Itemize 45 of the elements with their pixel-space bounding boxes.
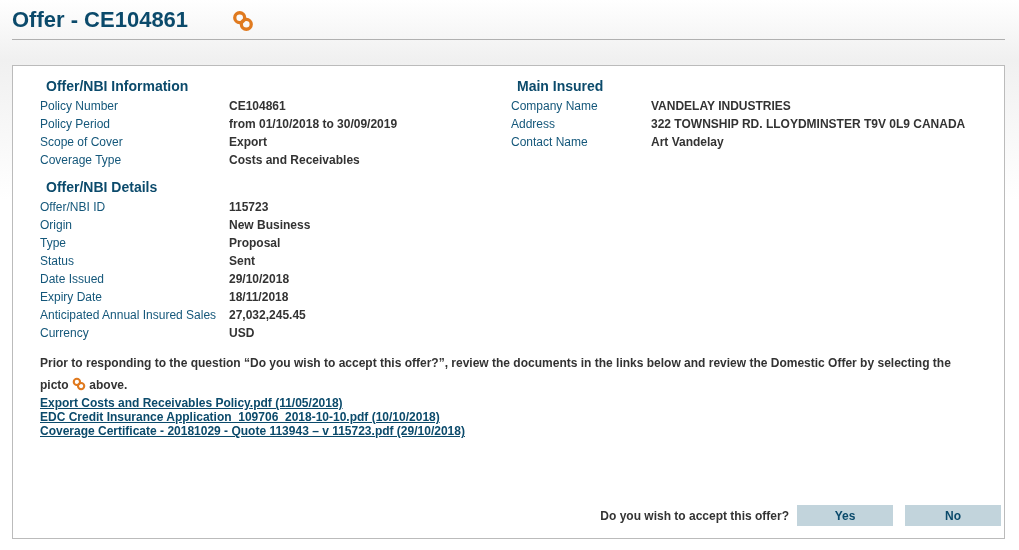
- field-label: Expiry Date: [40, 289, 104, 306]
- field-label: Type: [40, 235, 67, 252]
- instruction-text: picto: [40, 378, 69, 392]
- field-value: New Business: [229, 217, 312, 234]
- field-value: Proposal: [229, 235, 282, 252]
- accept-question: Do you wish to accept this offer?: [600, 507, 789, 525]
- section-heading: Offer/NBI Details: [46, 178, 159, 197]
- field-label: Offer/NBI ID: [40, 199, 107, 216]
- field-value: 18/11/2018: [229, 289, 290, 306]
- section-heading: Offer/NBI Information: [46, 77, 190, 96]
- field-label: Currency: [40, 325, 90, 342]
- document-link[interactable]: Export Costs and Receivables Policy.pdf (11/05/2018): [40, 396, 343, 410]
- field-value: 29/10/2018: [229, 271, 291, 288]
- field-label: Scope of Cover: [40, 134, 124, 151]
- field-label: Status: [40, 253, 76, 270]
- field-label: Contact Name: [511, 134, 589, 151]
- document-link[interactable]: Coverage Certificate - 20181029 - Quote 113943 – v 115723.pdf (29/10/2018): [40, 424, 465, 438]
- link-icon: [72, 377, 86, 391]
- no-button[interactable]: No: [905, 505, 1001, 526]
- field-value: 27,032,245.45: [229, 307, 307, 324]
- field-value: 322 TOWNSHIP RD. LLOYDMINSTER T9V 0L9 CANADA: [651, 116, 966, 133]
- field-value: VANDELAY INDUSTRIES: [651, 98, 792, 115]
- section-heading: Main Insured: [517, 77, 605, 96]
- document-link[interactable]: EDC Credit Insurance Application_109706_2018-10-10.pdf (10/10/2018): [40, 410, 440, 424]
- yes-button[interactable]: Yes: [797, 505, 893, 526]
- field-value: Sent: [229, 253, 256, 270]
- field-value: CE104861: [229, 98, 287, 115]
- link-icon[interactable]: [232, 9, 255, 32]
- page-title: Offer - CE104861: [12, 7, 189, 34]
- field-label: Anticipated Annual Insured Sales: [40, 307, 218, 324]
- field-value: Costs and Receivables: [229, 152, 361, 169]
- field-label: Address: [511, 116, 557, 133]
- instruction-text: Prior to responding to the question “Do you wish to accept this offer?”, review the documents in the links below and review the Domestic Offer by selecting the: [40, 355, 951, 372]
- field-label: Date Issued: [40, 271, 106, 288]
- field-value: from 01/10/2018 to 30/09/2019: [229, 116, 399, 133]
- field-value: USD: [229, 325, 256, 342]
- field-label: Policy Number: [40, 98, 120, 115]
- field-label: Company Name: [511, 98, 599, 115]
- field-value: Art Vandelay: [651, 134, 725, 151]
- field-label: Origin: [40, 217, 73, 234]
- field-label: Coverage Type: [40, 152, 123, 169]
- instruction-text: above.: [89, 378, 128, 392]
- field-label: Policy Period: [40, 116, 112, 133]
- field-value: Export: [229, 134, 268, 151]
- field-value: 115723: [229, 199, 270, 216]
